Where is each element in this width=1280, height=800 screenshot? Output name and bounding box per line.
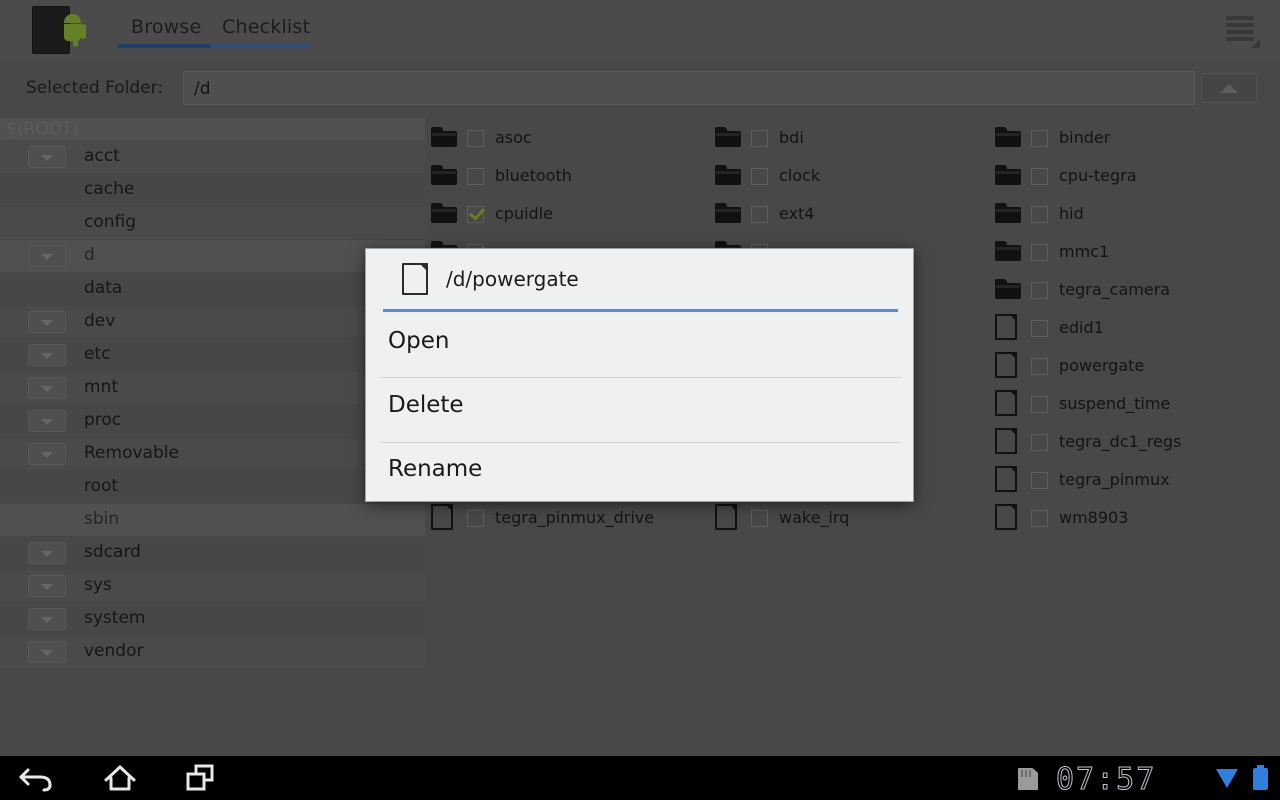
home-button[interactable] <box>80 756 160 800</box>
dialog-option-label: Open <box>388 328 450 354</box>
status-clock: 07:57 <box>1055 762 1157 798</box>
system-navigation-bar: 07:57 <box>0 756 1280 800</box>
battery-icon[interactable] <box>1253 765 1268 790</box>
dialog-title-bar: /d/powergate <box>366 249 913 311</box>
dialog-option-delete[interactable]: Delete <box>366 375 913 439</box>
file-context-dialog: /d/powergate Open Delete Rename <box>365 248 914 502</box>
file-icon <box>402 263 428 295</box>
back-arrow-icon <box>19 768 52 792</box>
status-area: 07:57 <box>990 756 1280 800</box>
dialog-option-label: Delete <box>388 392 464 418</box>
sd-card-icon <box>1018 768 1038 790</box>
back-button[interactable] <box>0 756 80 800</box>
app-window: Browse Checklist Selected Folder: /d $(R… <box>0 0 1280 800</box>
recent-apps-button[interactable] <box>160 756 240 800</box>
dialog-option-open[interactable]: Open <box>366 311 913 375</box>
recent-apps-icon <box>186 764 214 791</box>
home-icon <box>104 765 136 791</box>
dialog-title-text: /d/powergate <box>446 267 579 291</box>
dialog-option-rename[interactable]: Rename <box>366 439 913 503</box>
dialog-option-label: Rename <box>388 456 483 482</box>
wifi-icon[interactable] <box>1216 769 1238 788</box>
